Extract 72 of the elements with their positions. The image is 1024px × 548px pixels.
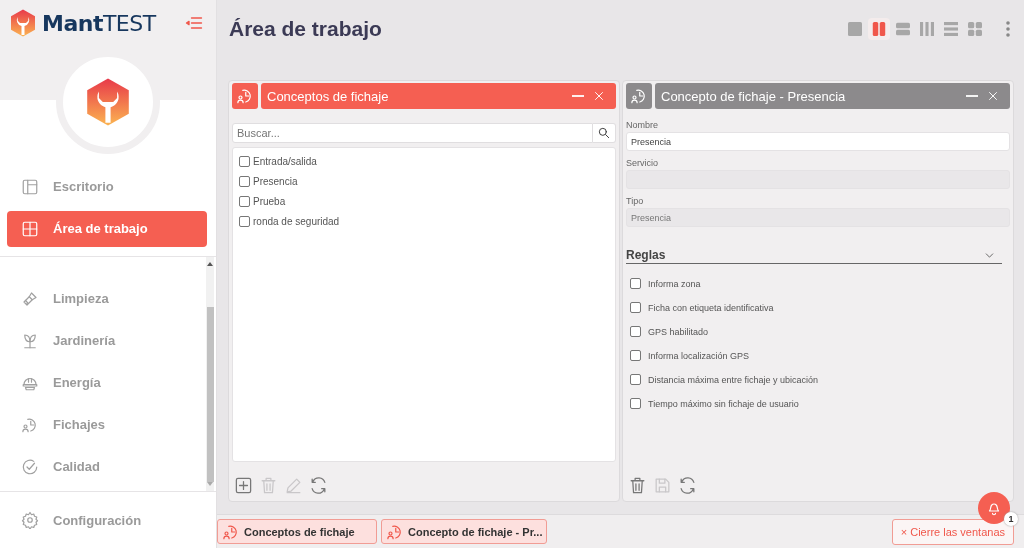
search-icon xyxy=(597,126,611,140)
section-header[interactable]: Reglas xyxy=(626,247,1002,264)
rule-label: Tiempo máximo sin fichaje de usuario xyxy=(648,398,799,409)
window-title: Conceptos de fichaje xyxy=(267,88,390,104)
checkbox[interactable] xyxy=(630,326,641,337)
more-button[interactable] xyxy=(1006,21,1010,37)
taskbar-tab[interactable]: Conceptos de fichaje xyxy=(217,519,377,544)
rule-label: GPS habilitado xyxy=(648,326,709,337)
notification-badge: 1 xyxy=(1004,512,1018,526)
sidebar-item[interactable]: Configuración xyxy=(7,502,207,538)
rule-label: Distancia máxima entre fichaje y ubicación xyxy=(648,374,819,385)
window-icon-button[interactable] xyxy=(232,83,258,109)
close-icon xyxy=(592,89,606,103)
brand-name: MantTEST xyxy=(42,10,156,36)
window-icon-button[interactable] xyxy=(626,83,652,109)
search-field[interactable]: Buscar... xyxy=(232,123,593,143)
checkbox[interactable] xyxy=(239,156,250,167)
checkbox[interactable] xyxy=(630,398,641,409)
layout-icon xyxy=(872,22,886,36)
list-item-label: Entrada/salida xyxy=(253,156,317,167)
person-clock-icon xyxy=(630,87,648,105)
rule-label: Ficha con etiqueta identificativa xyxy=(648,302,774,313)
input-field[interactable]: Presencia xyxy=(626,132,1010,151)
search-button[interactable] xyxy=(593,123,616,143)
settings-icon xyxy=(21,511,39,529)
list-item-label: ronda de seguridad xyxy=(253,216,340,227)
checkbox[interactable] xyxy=(630,302,641,313)
sprout-icon xyxy=(21,331,39,350)
check-circle-icon xyxy=(21,457,39,476)
checkbox[interactable] xyxy=(239,216,250,227)
window-title: Concepto de fichaje - Presencia xyxy=(661,88,847,104)
close-icon xyxy=(986,89,1000,103)
sidebar-item[interactable]: Jardinería xyxy=(7,322,197,359)
checkbox[interactable] xyxy=(630,278,641,289)
field-label: Tipo xyxy=(626,196,645,206)
layout-icon xyxy=(848,22,862,36)
layout-icon xyxy=(21,177,39,196)
field-label: Servicio xyxy=(626,158,659,168)
layout-button[interactable] xyxy=(868,18,890,40)
brush-icon xyxy=(21,289,39,308)
checkbox[interactable] xyxy=(630,374,641,385)
delete-button[interactable] xyxy=(628,476,647,495)
logo-icon xyxy=(8,8,38,38)
more-icon xyxy=(1006,21,1010,37)
rule-label: Informa localización GPS xyxy=(648,350,750,361)
checkbox[interactable] xyxy=(239,176,250,187)
layout-icon xyxy=(944,22,958,36)
sidebar-item[interactable]: Energía xyxy=(7,364,197,401)
rule-label: Informa zona xyxy=(648,278,701,289)
layout-icon xyxy=(968,22,982,36)
page-title: Área de trabajo xyxy=(229,17,383,41)
checkbox[interactable] xyxy=(239,196,250,207)
person-clock-icon xyxy=(236,87,254,105)
refresh-button[interactable] xyxy=(678,476,697,495)
sidebar-item[interactable]: Calidad xyxy=(7,448,197,485)
refresh-button[interactable] xyxy=(309,476,328,495)
add-button[interactable] xyxy=(234,476,253,495)
layout-icon xyxy=(920,22,934,36)
sidebar-item[interactable]: Escritorio xyxy=(7,168,207,205)
list-item-label: Presencia xyxy=(253,176,298,187)
list-item-label: Prueba xyxy=(253,196,286,207)
sidebar-item[interactable]: Fichajes xyxy=(7,406,197,443)
taskbar-tab[interactable]: Concepto de fichaje - Pr... xyxy=(381,519,548,544)
sidebar-item[interactable]: Limpieza xyxy=(7,280,197,317)
scrollbar[interactable] xyxy=(206,256,214,491)
checkbox[interactable] xyxy=(630,350,641,361)
sidebar-item[interactable]: Área de trabajo xyxy=(7,210,207,247)
field-label: Nombre xyxy=(626,120,659,130)
grid-icon xyxy=(21,219,39,238)
layout-icon xyxy=(896,22,910,36)
minimize-icon xyxy=(572,95,584,97)
minimize-icon xyxy=(966,95,978,97)
